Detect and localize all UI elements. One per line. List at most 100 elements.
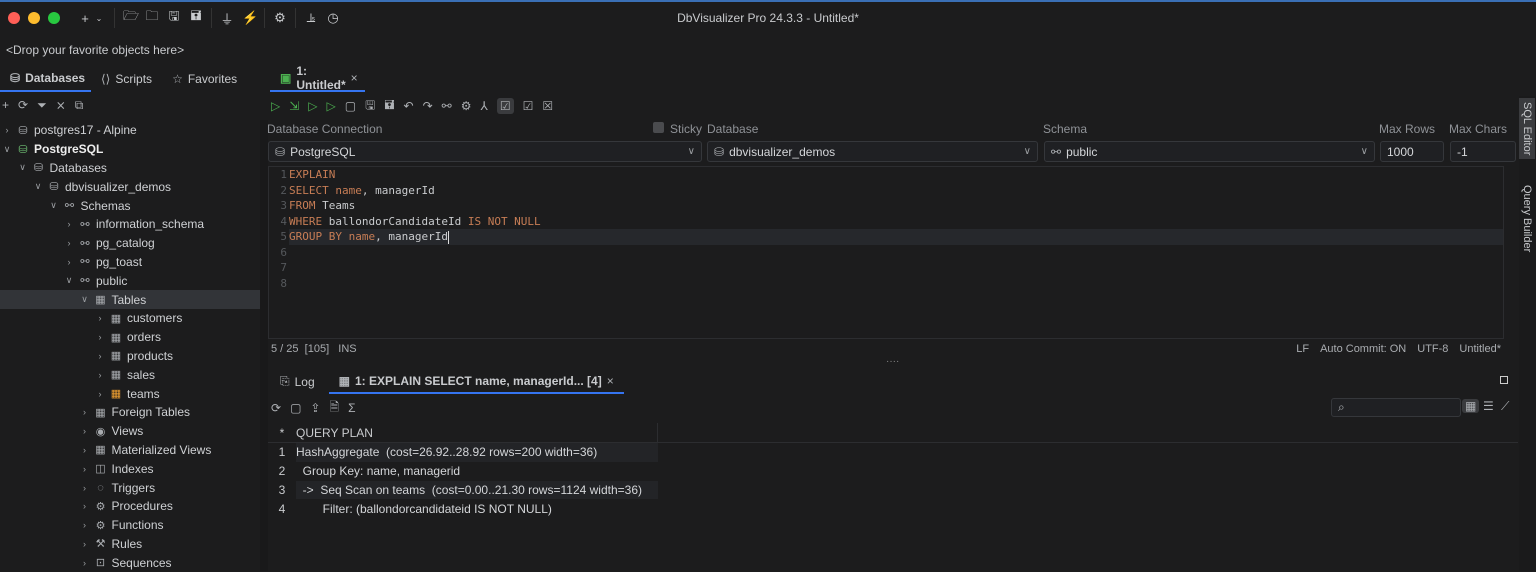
chevron-right-icon[interactable]: ›	[80, 539, 90, 549]
chevron-down-icon[interactable]: ∨	[2, 144, 12, 155]
chart-view-icon[interactable]: ⟋	[1501, 399, 1509, 414]
table-row[interactable]: 3 -> Seq Scan on teams (cost=0.00..21.30…	[268, 480, 1518, 500]
tree-item[interactable]: › ▦ Foreign Tables	[0, 403, 260, 422]
chevron-right-icon[interactable]: ›	[95, 313, 105, 323]
tree-item[interactable]: ∨ ⛁ dbvisualizer_demos	[0, 177, 260, 196]
tab-log[interactable]: ⎘ Log	[270, 369, 325, 394]
tree-item[interactable]: › ▦ customers	[0, 309, 260, 328]
chevron-right-icon[interactable]: ›	[80, 501, 90, 511]
chevron-down-icon[interactable]: ∨	[33, 181, 43, 192]
chevron-right-icon[interactable]: ›	[95, 332, 105, 342]
query-plan-cell[interactable]: -> Seq Scan on teams (cost=0.00..21.30 r…	[296, 480, 658, 500]
code-line[interactable]	[289, 260, 1503, 276]
tree-item[interactable]: ∨ ⛁ Databases	[0, 159, 260, 178]
code-line[interactable]: SELECT name, managerId	[289, 183, 1503, 199]
connection-select[interactable]: ⛁ PostgreSQL ∨	[268, 141, 702, 162]
add-icon[interactable]: +	[2, 98, 9, 112]
column-header-query-plan[interactable]: QUERY PLAN	[296, 423, 658, 442]
tree-item[interactable]: ∨ ⚯ Schemas	[0, 196, 260, 215]
tab-result-1[interactable]: ▦ 1: EXPLAIN SELECT name, managerId... [4…	[328, 369, 624, 394]
refresh-icon[interactable]: ⟳	[271, 401, 281, 415]
side-tab-query-builder[interactable]: Query Builder	[1519, 185, 1535, 252]
code-line[interactable]: EXPLAIN	[289, 167, 1503, 183]
chevron-down-icon[interactable]: ∨	[80, 294, 90, 305]
max-rows-input[interactable]: 1000	[1380, 141, 1444, 162]
tab-scripts[interactable]: ⟨⟩ Scripts	[91, 66, 162, 92]
schema-select[interactable]: ⚯ public ∨	[1044, 141, 1375, 162]
stop-icon[interactable]: ▢	[345, 99, 356, 113]
tree-item[interactable]: › ▦ sales	[0, 365, 260, 384]
chevron-right-icon[interactable]: ›	[64, 257, 74, 267]
tree-item[interactable]: › ⚯ pg_toast	[0, 253, 260, 272]
database-select[interactable]: ⛁ dbvisualizer_demos ∨	[707, 141, 1038, 162]
tree-item[interactable]: › ⚯ information_schema	[0, 215, 260, 234]
line-ending[interactable]: LF	[1296, 343, 1309, 355]
tree-item[interactable]: › ⚒ Rules	[0, 535, 260, 554]
code-line[interactable]	[289, 276, 1503, 292]
tree-item[interactable]: › ◫ Indexes	[0, 459, 260, 478]
code-line[interactable]: FROM Teams	[289, 198, 1503, 214]
auto-commit-icon[interactable]: ☑	[496, 98, 514, 114]
chevron-right-icon[interactable]: ›	[80, 558, 90, 568]
tab-untitled[interactable]: ▣ 1: Untitled* ×	[270, 64, 365, 92]
tree-item[interactable]: › ⚯ pg_catalog	[0, 234, 260, 253]
sum-icon[interactable]: Σ	[348, 401, 355, 415]
tree-item[interactable]: › ▦ orders	[0, 328, 260, 347]
table-row[interactable]: 2 Group Key: name, managerid	[268, 462, 1518, 481]
resize-handle[interactable]: ····	[886, 356, 899, 367]
query-plan-cell[interactable]: HashAggregate (cost=26.92..28.92 rows=20…	[296, 443, 658, 462]
document-icon[interactable]: 🗎	[329, 398, 339, 419]
maximize-icon[interactable]	[1500, 376, 1508, 384]
chevron-right-icon[interactable]: ›	[80, 483, 90, 493]
run-icon[interactable]: ▷	[271, 99, 280, 113]
collapse-icon[interactable]: ⨯	[56, 98, 66, 112]
splitter[interactable]	[260, 120, 268, 571]
tree-item[interactable]: › ⚙ Functions	[0, 516, 260, 535]
sql-editor[interactable]: 12345678 EXPLAIN SELECT name, managerId FR…	[268, 166, 1504, 339]
branch-icon[interactable]: ⅄	[481, 99, 488, 113]
tree-item[interactable]: › ◌ Triggers	[0, 478, 260, 497]
run-current-icon[interactable]: ⇲	[289, 99, 299, 113]
tree-item[interactable]: › ▦ products	[0, 347, 260, 366]
explain-plan-icon[interactable]: ⚯	[442, 99, 452, 113]
rollback-icon[interactable]: ☒	[542, 99, 553, 113]
undo-sql-icon[interactable]: ↶	[404, 99, 414, 113]
export-icon[interactable]: ⇪	[310, 401, 320, 415]
side-tab-sql-editor[interactable]: SQL Editor	[1519, 98, 1535, 160]
chevron-down-icon[interactable]: ∨	[64, 275, 74, 286]
chevron-right-icon[interactable]: ›	[95, 351, 105, 361]
tree-item[interactable]: › ▦ teams	[0, 384, 260, 403]
auto-commit-status[interactable]: Auto Commit: ON	[1320, 343, 1406, 355]
table-row[interactable]: 1 HashAggregate (cost=26.92..28.92 rows=2…	[268, 443, 1518, 462]
chevron-right-icon[interactable]: ›	[80, 407, 90, 417]
open-external-icon[interactable]: ⧉	[75, 98, 84, 113]
sql-code[interactable]: EXPLAIN SELECT name, managerId FROM Teams W…	[289, 167, 1503, 291]
tab-databases[interactable]: ⛁ Databases	[0, 66, 91, 92]
sticky-checkbox[interactable]	[653, 122, 664, 133]
chevron-right-icon[interactable]: ›	[80, 426, 90, 436]
run-script-icon[interactable]: ▷	[327, 99, 336, 113]
code-line[interactable]: WHERE ballondorCandidateId IS NOT NULL	[289, 214, 1503, 230]
redo-sql-icon[interactable]: ↷	[423, 99, 433, 113]
tree-item[interactable]: › ▦ Materialized Views	[0, 441, 260, 460]
chevron-right-icon[interactable]: ›	[80, 520, 90, 530]
table-row[interactable]: 4 Filter: (ballondorcandidateid IS NOT N…	[268, 499, 1518, 518]
save-icon[interactable]: 🖫	[365, 96, 375, 117]
grid-view-icon[interactable]: ▦	[1462, 399, 1480, 413]
tree-item[interactable]: ∨ ▦ Tables	[0, 290, 260, 309]
refresh-icon[interactable]: ⟳	[18, 98, 28, 112]
query-plan-cell[interactable]: Filter: (ballondorcandidateid IS NOT NUL…	[296, 499, 658, 518]
tree-item[interactable]: › ⊡ Sequences	[0, 553, 260, 572]
run-selection-icon[interactable]: ▷	[308, 99, 317, 113]
close-icon[interactable]: ×	[607, 374, 614, 388]
close-icon[interactable]: ×	[351, 71, 358, 85]
chevron-right-icon[interactable]: ›	[80, 464, 90, 474]
chevron-right-icon[interactable]: ›	[2, 125, 12, 135]
tree-item[interactable]: ∨ ⛁ PostgreSQL	[0, 140, 260, 159]
save-as-icon[interactable]: 🖬	[384, 96, 394, 117]
text-view-icon[interactable]: ☰	[1483, 399, 1494, 413]
tree-item[interactable]: › ⛁ postgres17 - Alpine	[0, 121, 260, 140]
chevron-right-icon[interactable]: ›	[95, 370, 105, 380]
chevron-right-icon[interactable]: ›	[95, 389, 105, 399]
chevron-down-icon[interactable]: ∨	[18, 162, 28, 173]
